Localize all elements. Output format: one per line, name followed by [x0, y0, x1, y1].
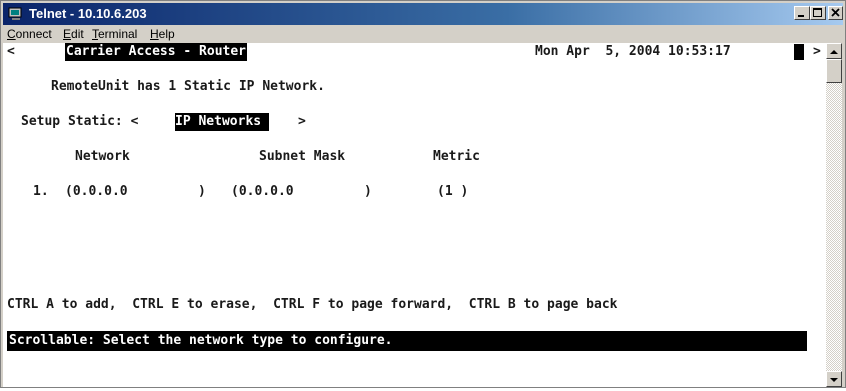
- status-line: Scrollable: Select the network type to c…: [7, 331, 807, 351]
- setup-static-selection[interactable]: IP Networks: [175, 113, 269, 131]
- row-index: 1.: [33, 184, 49, 199]
- column-network: Network: [75, 149, 130, 164]
- scroll-right-indicator: >: [813, 44, 821, 59]
- window-title: Telnet - 10.10.6.203: [29, 6, 147, 21]
- terminal-cursor: [794, 44, 804, 60]
- column-metric: Metric: [433, 149, 480, 164]
- arrow-up-icon: [830, 50, 838, 54]
- menu-terminal[interactable]: Terminal: [92, 27, 137, 41]
- minimize-icon: [798, 15, 804, 17]
- terminal-datetime: Mon Apr 5, 2004 10:53:17: [535, 44, 731, 59]
- row-subnet-field[interactable]: (0.0.0.0 ): [231, 183, 372, 201]
- menu-help[interactable]: Help: [150, 27, 175, 41]
- minimize-button[interactable]: [794, 6, 810, 20]
- keyboard-help-line: CTRL A to add, CTRL E to erase, CTRL F t…: [7, 297, 618, 312]
- menu-bar: Connect Edit Terminal Help: [3, 25, 843, 43]
- close-button[interactable]: [828, 6, 843, 20]
- row-metric-field[interactable]: (1 ): [437, 183, 468, 201]
- terminal-header-title: Carrier Access - Router: [65, 43, 248, 61]
- maximize-icon: [813, 8, 822, 17]
- scroll-up-button[interactable]: [826, 43, 842, 59]
- static-network-summary: RemoteUnit has 1 Static IP Network.: [51, 79, 325, 94]
- column-subnet-mask: Subnet Mask: [259, 149, 346, 164]
- telnet-window: Telnet - 10.10.6.203 Connect Edit Termin…: [0, 0, 846, 388]
- setup-static-label: Setup Static: <: [21, 114, 139, 129]
- menu-connect[interactable]: Connect: [7, 27, 52, 41]
- vertical-scrollbar[interactable]: [826, 43, 842, 387]
- scroll-down-button[interactable]: [826, 371, 842, 387]
- maximize-button[interactable]: [810, 6, 826, 20]
- row-network-field[interactable]: (0.0.0.0 ): [65, 183, 206, 201]
- telnet-app-icon: [8, 7, 22, 20]
- terminal-screen[interactable]: < Carrier Access - Router Mon Apr 5, 200…: [3, 43, 826, 387]
- scroll-left-indicator: <: [7, 44, 15, 59]
- scrollbar-thumb[interactable]: [826, 59, 842, 83]
- arrow-down-icon: [830, 378, 838, 382]
- close-icon: [831, 8, 840, 17]
- setup-static-close: >: [298, 114, 306, 129]
- title-bar[interactable]: Telnet - 10.10.6.203: [3, 3, 843, 25]
- menu-edit[interactable]: Edit: [63, 27, 84, 41]
